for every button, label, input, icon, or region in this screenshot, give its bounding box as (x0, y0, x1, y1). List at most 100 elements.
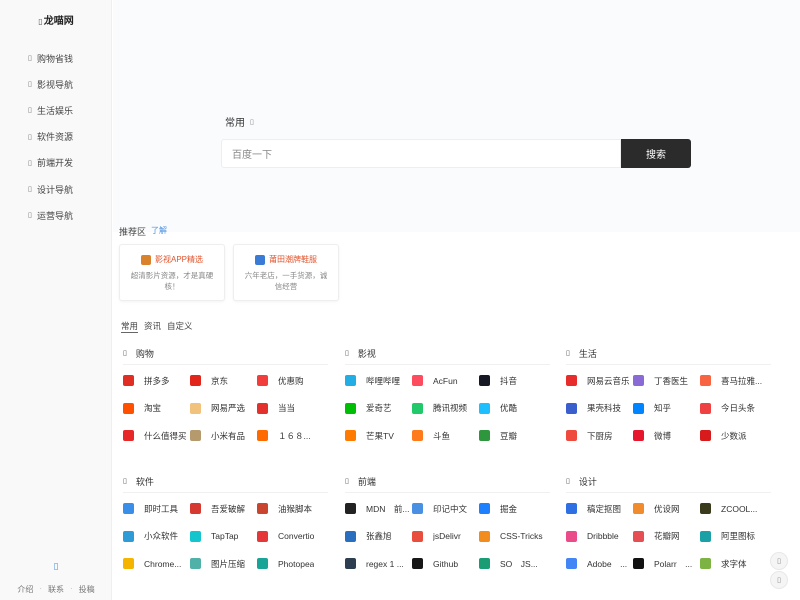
back-to-top-button[interactable]: ▯ (770, 571, 788, 589)
site-link[interactable]: 喜马拉雅... (700, 375, 767, 386)
site-link[interactable]: １６８... (257, 430, 324, 442)
site-link[interactable]: 印记中文 (412, 503, 479, 514)
site-link[interactable]: 吾爱破解 (190, 503, 257, 514)
site-link[interactable]: 果壳科技 (566, 402, 633, 414)
site-link[interactable]: 少数派 (700, 430, 767, 442)
site-link[interactable]: 当当 (257, 402, 324, 414)
tab-common[interactable]: 常用 (121, 320, 139, 333)
site-link[interactable]: 拼多多 (123, 375, 190, 386)
site-link[interactable]: 张鑫旭 (345, 530, 412, 542)
site-link[interactable]: Github (412, 558, 479, 570)
sidebar-item-operations[interactable]: ▯ 运营导航 (0, 202, 112, 228)
site-link[interactable]: 淘宝 (123, 402, 190, 414)
site-link[interactable]: 今日头条 (700, 402, 767, 414)
site-favicon-icon (633, 558, 644, 570)
divider: · (39, 584, 42, 593)
search-tab[interactable]: 常用 ▯ (225, 114, 254, 129)
site-favicon-icon (700, 558, 711, 570)
site-logo[interactable]: ▯龙喵网 (0, 12, 112, 27)
recommend-card[interactable]: 莆田潮牌鞋服 六年老店，一手货源，诚信经营 (233, 244, 339, 301)
divider (345, 492, 550, 493)
link-grid: 稿定抠图 优设网 ZCOOL... Dribbble 花瓣网 阿里图标 Adobe ... P… (566, 503, 781, 570)
site-link[interactable]: 稿定抠图 (566, 503, 633, 514)
sidebar-item-software[interactable]: ▯ 软件资源 (0, 124, 112, 150)
menu-item-icon: ▯ (28, 81, 32, 89)
site-link-label: 优惠购 (278, 375, 304, 386)
site-link[interactable]: 京东 (190, 375, 257, 386)
sidebar-item-life[interactable]: ▯ 生活娱乐 (0, 97, 112, 123)
site-link[interactable]: Convertio (257, 530, 324, 542)
site-link[interactable]: 网易云音乐 (566, 375, 633, 386)
section-title: 购物 (135, 348, 154, 359)
site-link-label: 腾讯视频 (433, 403, 468, 414)
about-link[interactable]: 介绍 (17, 584, 33, 595)
submit-link[interactable]: 投稿 (79, 584, 95, 595)
search-input[interactable]: 百度一下 (221, 139, 621, 168)
site-link[interactable]: 阿里图标 (700, 530, 767, 542)
site-favicon-icon (190, 430, 201, 442)
recommend-more-link[interactable]: 了解 (151, 225, 167, 238)
site-link[interactable]: 爱奇艺 (345, 402, 412, 414)
site-link[interactable]: regex 1 ... (345, 558, 412, 570)
site-link-label: 花瓣网 (654, 531, 680, 542)
site-link[interactable]: 小众软件 (123, 530, 190, 542)
site-link[interactable]: 微博 (633, 430, 700, 442)
section-header: ▯ 生活 (566, 346, 781, 360)
site-link-label: 果壳科技 (587, 403, 622, 414)
site-link[interactable]: 知乎 (633, 402, 700, 414)
site-link[interactable]: ZCOOL... (700, 503, 767, 514)
site-link-label: ZCOOL... (721, 503, 758, 514)
recommend-card[interactable]: 影视APP精选 超清影片资源，才是真硬核！ (119, 244, 225, 301)
site-link[interactable]: 什么值得买 (123, 430, 190, 442)
site-link[interactable]: 优设网 (633, 503, 700, 514)
theme-toggle-icon[interactable]: ▯ (0, 561, 112, 572)
site-link-label: 图片压缩 (211, 558, 246, 569)
site-link[interactable]: 豆瓣 (479, 430, 546, 442)
site-link[interactable]: 优酷 (479, 402, 546, 414)
site-link[interactable]: 掘金 (479, 503, 546, 514)
site-link[interactable]: Dribbble (566, 530, 633, 542)
site-link[interactable]: TapTap (190, 530, 257, 542)
site-favicon-icon (412, 375, 423, 386)
divider (345, 364, 550, 365)
sidebar-item-video[interactable]: ▯ 影视导航 (0, 71, 112, 97)
site-link[interactable]: 花瓣网 (633, 530, 700, 542)
sidebar-item-shopping[interactable]: ▯ 购物省钱 (0, 45, 112, 71)
tab-news[interactable]: 资讯 (144, 320, 161, 333)
site-link[interactable]: 小米有品 (190, 430, 257, 442)
site-link[interactable]: Photopea (257, 558, 324, 570)
site-link[interactable]: 下厨房 (566, 430, 633, 442)
help-button[interactable]: ▯ (770, 552, 788, 570)
site-link[interactable]: 斗鱼 (412, 430, 479, 442)
section-title: 软件 (135, 476, 154, 487)
site-link[interactable]: Polarr ... (633, 558, 700, 570)
site-link[interactable]: 丁香医生 (633, 375, 700, 386)
site-link[interactable]: jsDelivr (412, 530, 479, 542)
search-button[interactable]: 搜索 (621, 139, 691, 168)
site-link[interactable]: 网易严选 (190, 402, 257, 414)
sidebar-item-frontend[interactable]: ▯ 前端开发 (0, 150, 112, 176)
site-link[interactable]: Chrome... (123, 558, 190, 570)
site-link-label: AcFun (433, 375, 458, 386)
site-link[interactable]: 即时工具 (123, 503, 190, 514)
site-link[interactable]: AcFun (412, 375, 479, 386)
site-link[interactable]: 求字体 (700, 558, 767, 570)
site-link[interactable]: 优惠购 (257, 375, 324, 386)
tab-custom[interactable]: 自定义 (167, 320, 193, 333)
menu-item-icon: ▯ (28, 133, 32, 141)
menu-item-icon: ▯ (28, 186, 32, 194)
contact-link[interactable]: 联系 (48, 584, 64, 595)
site-link[interactable]: MDN 前... (345, 503, 412, 514)
site-link[interactable]: 图片压缩 (190, 558, 257, 570)
site-link[interactable]: 抖音 (479, 375, 546, 386)
site-link-label: regex 1 ... (366, 558, 404, 569)
site-link[interactable]: CSS-Tricks (479, 530, 546, 542)
site-link[interactable]: Adobe ... (566, 558, 633, 570)
site-link[interactable]: SO JS... (479, 558, 546, 570)
sidebar-item-label: 购物省钱 (37, 53, 74, 64)
site-link[interactable]: 哔哩哔哩 (345, 375, 412, 386)
sidebar-item-design[interactable]: ▯ 设计导航 (0, 176, 112, 202)
site-link[interactable]: 腾讯视频 (412, 402, 479, 414)
site-link[interactable]: 油猴脚本 (257, 503, 324, 514)
site-link[interactable]: 芒果TV (345, 430, 412, 442)
